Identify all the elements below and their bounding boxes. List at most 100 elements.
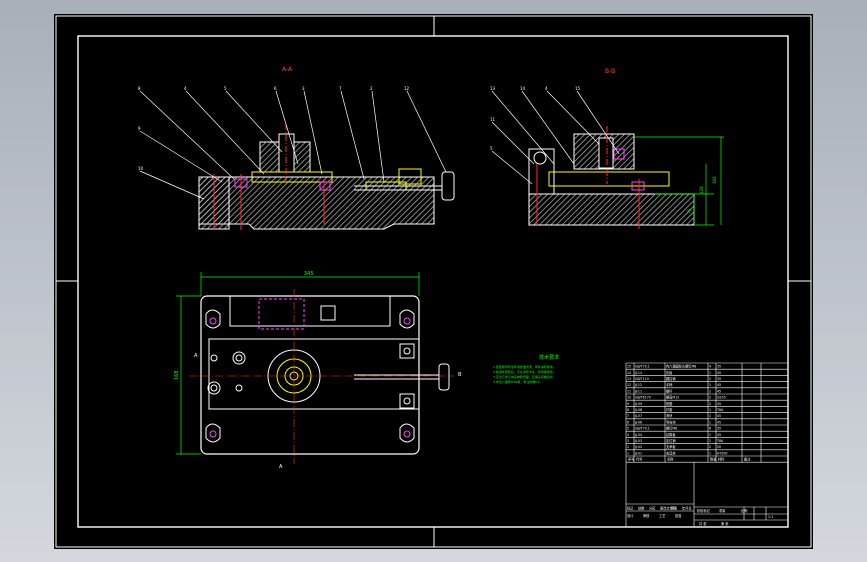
- dimension-depth: 168: [174, 370, 180, 380]
- parts-list-cell: 12: [627, 383, 631, 387]
- parts-list-cell: 1: [709, 414, 711, 418]
- dimension-height-mid: 128: [699, 186, 704, 194]
- parts-list-cell: 垫圈: [666, 401, 672, 406]
- plan-view[interactable]: 345 168 A A B: [174, 271, 462, 470]
- parts-list-cell: 1: [709, 383, 711, 387]
- balloon-label: 10: [138, 166, 144, 171]
- balloon-label: 8: [138, 86, 141, 91]
- balloon-label: 13: [490, 86, 496, 91]
- balloon-label: 6: [274, 86, 277, 91]
- parts-list-cell: 1: [709, 439, 711, 443]
- parts-list-cell: 2: [627, 445, 629, 449]
- parts-list-cell: 6: [709, 427, 711, 431]
- parts-list-cell: 45: [717, 383, 721, 387]
- title-block-cell: 处数: [638, 506, 645, 511]
- parts-list-cell: 钻模板: [666, 432, 676, 437]
- parts-list-cell: 圆柱销: [666, 376, 676, 381]
- note-line: 1.装配前所有零件用煤油清洗，铸件涂防锈漆。: [493, 364, 556, 369]
- title-block[interactable]: 15 GB/T70.1 内六角圆柱头螺钉M8 4 3514 JJ-14 压板 1 4513 GB/…: [625, 362, 789, 528]
- balloon-label: 14: [520, 86, 526, 91]
- parts-list-cell: 2: [709, 377, 711, 381]
- balloon-label: 9: [138, 126, 141, 131]
- parts-list-cell: 35: [717, 365, 721, 369]
- section-mark-a-top: A: [194, 353, 198, 359]
- title-block-cell: 签名: [671, 506, 677, 511]
- parts-list-cell: Q235: [717, 396, 726, 400]
- parts-list-cell: 1: [627, 451, 629, 455]
- note-line: 2.各零件装配后，不允许有卡住、松动等现象。: [493, 369, 556, 374]
- balloon-label: 4: [545, 86, 548, 91]
- section-mark-a-bottom: A: [279, 464, 283, 470]
- balloon-label: 5: [490, 146, 493, 151]
- parts-list-cell: 10: [627, 396, 631, 400]
- section-view-a[interactable]: A-A 8 4 5 6 3 7 2 12 9 10: [138, 66, 455, 230]
- parts-list-cell: 压板: [666, 370, 673, 375]
- parts-list-cell: 2: [709, 402, 711, 406]
- parts-list-cell: JJ-07: [634, 414, 642, 418]
- dimension-height-total: 166: [712, 176, 717, 184]
- parts-list-cell: 2: [709, 445, 711, 449]
- title-block-sheet: 第 张: [721, 521, 729, 526]
- parts-list-cell: JJ-03: [634, 439, 642, 443]
- parts-list-cell: 1: [709, 408, 711, 412]
- parts-list-cell: 35: [717, 377, 721, 381]
- parts-list-cell: 45: [717, 389, 721, 393]
- section-view-b[interactable]: B-B 166 128 75 13 14 4 15 11 5: [490, 68, 724, 229]
- balloon-label: 12: [404, 86, 410, 91]
- parts-list-cell: T8A: [716, 408, 724, 412]
- balloon-label: 5: [224, 86, 227, 91]
- parts-list-cell: 4: [627, 433, 629, 437]
- parts-list-cell: 35: [717, 427, 721, 431]
- parts-list-cell: 内六角圆柱头螺钉M8: [666, 364, 696, 369]
- balloon-label: 15: [575, 86, 581, 91]
- title-block-cell: 标记: [627, 506, 634, 511]
- parts-list-cell: GB/T119: [635, 377, 649, 381]
- parts-list-cell: 手柄: [666, 382, 673, 387]
- parts-list-cell: 1: [709, 389, 711, 393]
- notes-title: 技术要求: [539, 354, 559, 361]
- title-block-cell: 重量: [719, 508, 726, 513]
- parts-list-cell: JJ-14: [634, 371, 642, 375]
- parts-list-cell: 14: [627, 371, 631, 375]
- parts-list-cell: 螺母M12: [666, 395, 679, 400]
- dimension-height-low: 75: [687, 208, 692, 214]
- section-b-label: B-B: [605, 68, 615, 75]
- parts-list-cell: JJ-08: [634, 408, 642, 412]
- note-line: 4.未注公差按IT12级，未注倒角C1。: [493, 379, 542, 384]
- cad-drawing-canvas[interactable]: A-A 8 4 5 6 3 7 2 12 9 10 B-B 166 128 75…: [54, 14, 813, 549]
- parts-list-cell: JJ-01: [634, 451, 642, 455]
- parts-list-cell: 8: [627, 408, 629, 412]
- parts-list-cell: 9: [627, 402, 629, 406]
- parts-list-cell: 1: [709, 420, 711, 424]
- parts-list-cell: GB/T6170: [635, 396, 651, 400]
- parts-list-cell: 1: [709, 451, 711, 455]
- parts-list-cell: 导向块: [666, 419, 676, 424]
- parts-list-cell: 1: [709, 433, 711, 437]
- balloon-label: 2: [370, 86, 373, 91]
- parts-list-cell: 13: [627, 377, 631, 381]
- section-a-label: A-A: [282, 66, 293, 73]
- title-block-cell: 设计: [627, 513, 634, 518]
- parts-list-cell: 螺杆: [666, 388, 673, 393]
- note-line: 3.定位元件与夹具体配合面，应保证接触良好，: [493, 374, 556, 379]
- parts-list-cell: 衬套: [666, 407, 673, 412]
- balloon-label: 7: [339, 86, 342, 91]
- parts-list-header: 名称: [667, 457, 674, 462]
- parts-list-header: 备注: [744, 457, 751, 462]
- title-block-cell: 审核: [643, 513, 650, 518]
- parts-list-cell: 2: [709, 396, 711, 400]
- balloon-label: 4: [184, 86, 187, 91]
- parts-list-cell: GB/T70.1: [635, 365, 650, 369]
- parts-list-cell: 滑块: [666, 413, 673, 418]
- parts-list-cell: 15: [627, 365, 631, 369]
- title-block-cell: 分区: [649, 506, 656, 511]
- parts-list-header: 材料: [718, 457, 725, 462]
- sheet-frame: [55, 15, 812, 548]
- parts-list-cell: 45: [717, 402, 721, 406]
- parts-list-cell: 3: [627, 439, 629, 443]
- section-mark-b: B: [458, 372, 462, 378]
- parts-list-cell: JJ-09: [634, 402, 642, 406]
- parts-list-cell: 支承板: [666, 444, 676, 449]
- parts-list-cell: JJ-06: [634, 420, 642, 424]
- parts-list-cell: JJ-04: [634, 433, 642, 437]
